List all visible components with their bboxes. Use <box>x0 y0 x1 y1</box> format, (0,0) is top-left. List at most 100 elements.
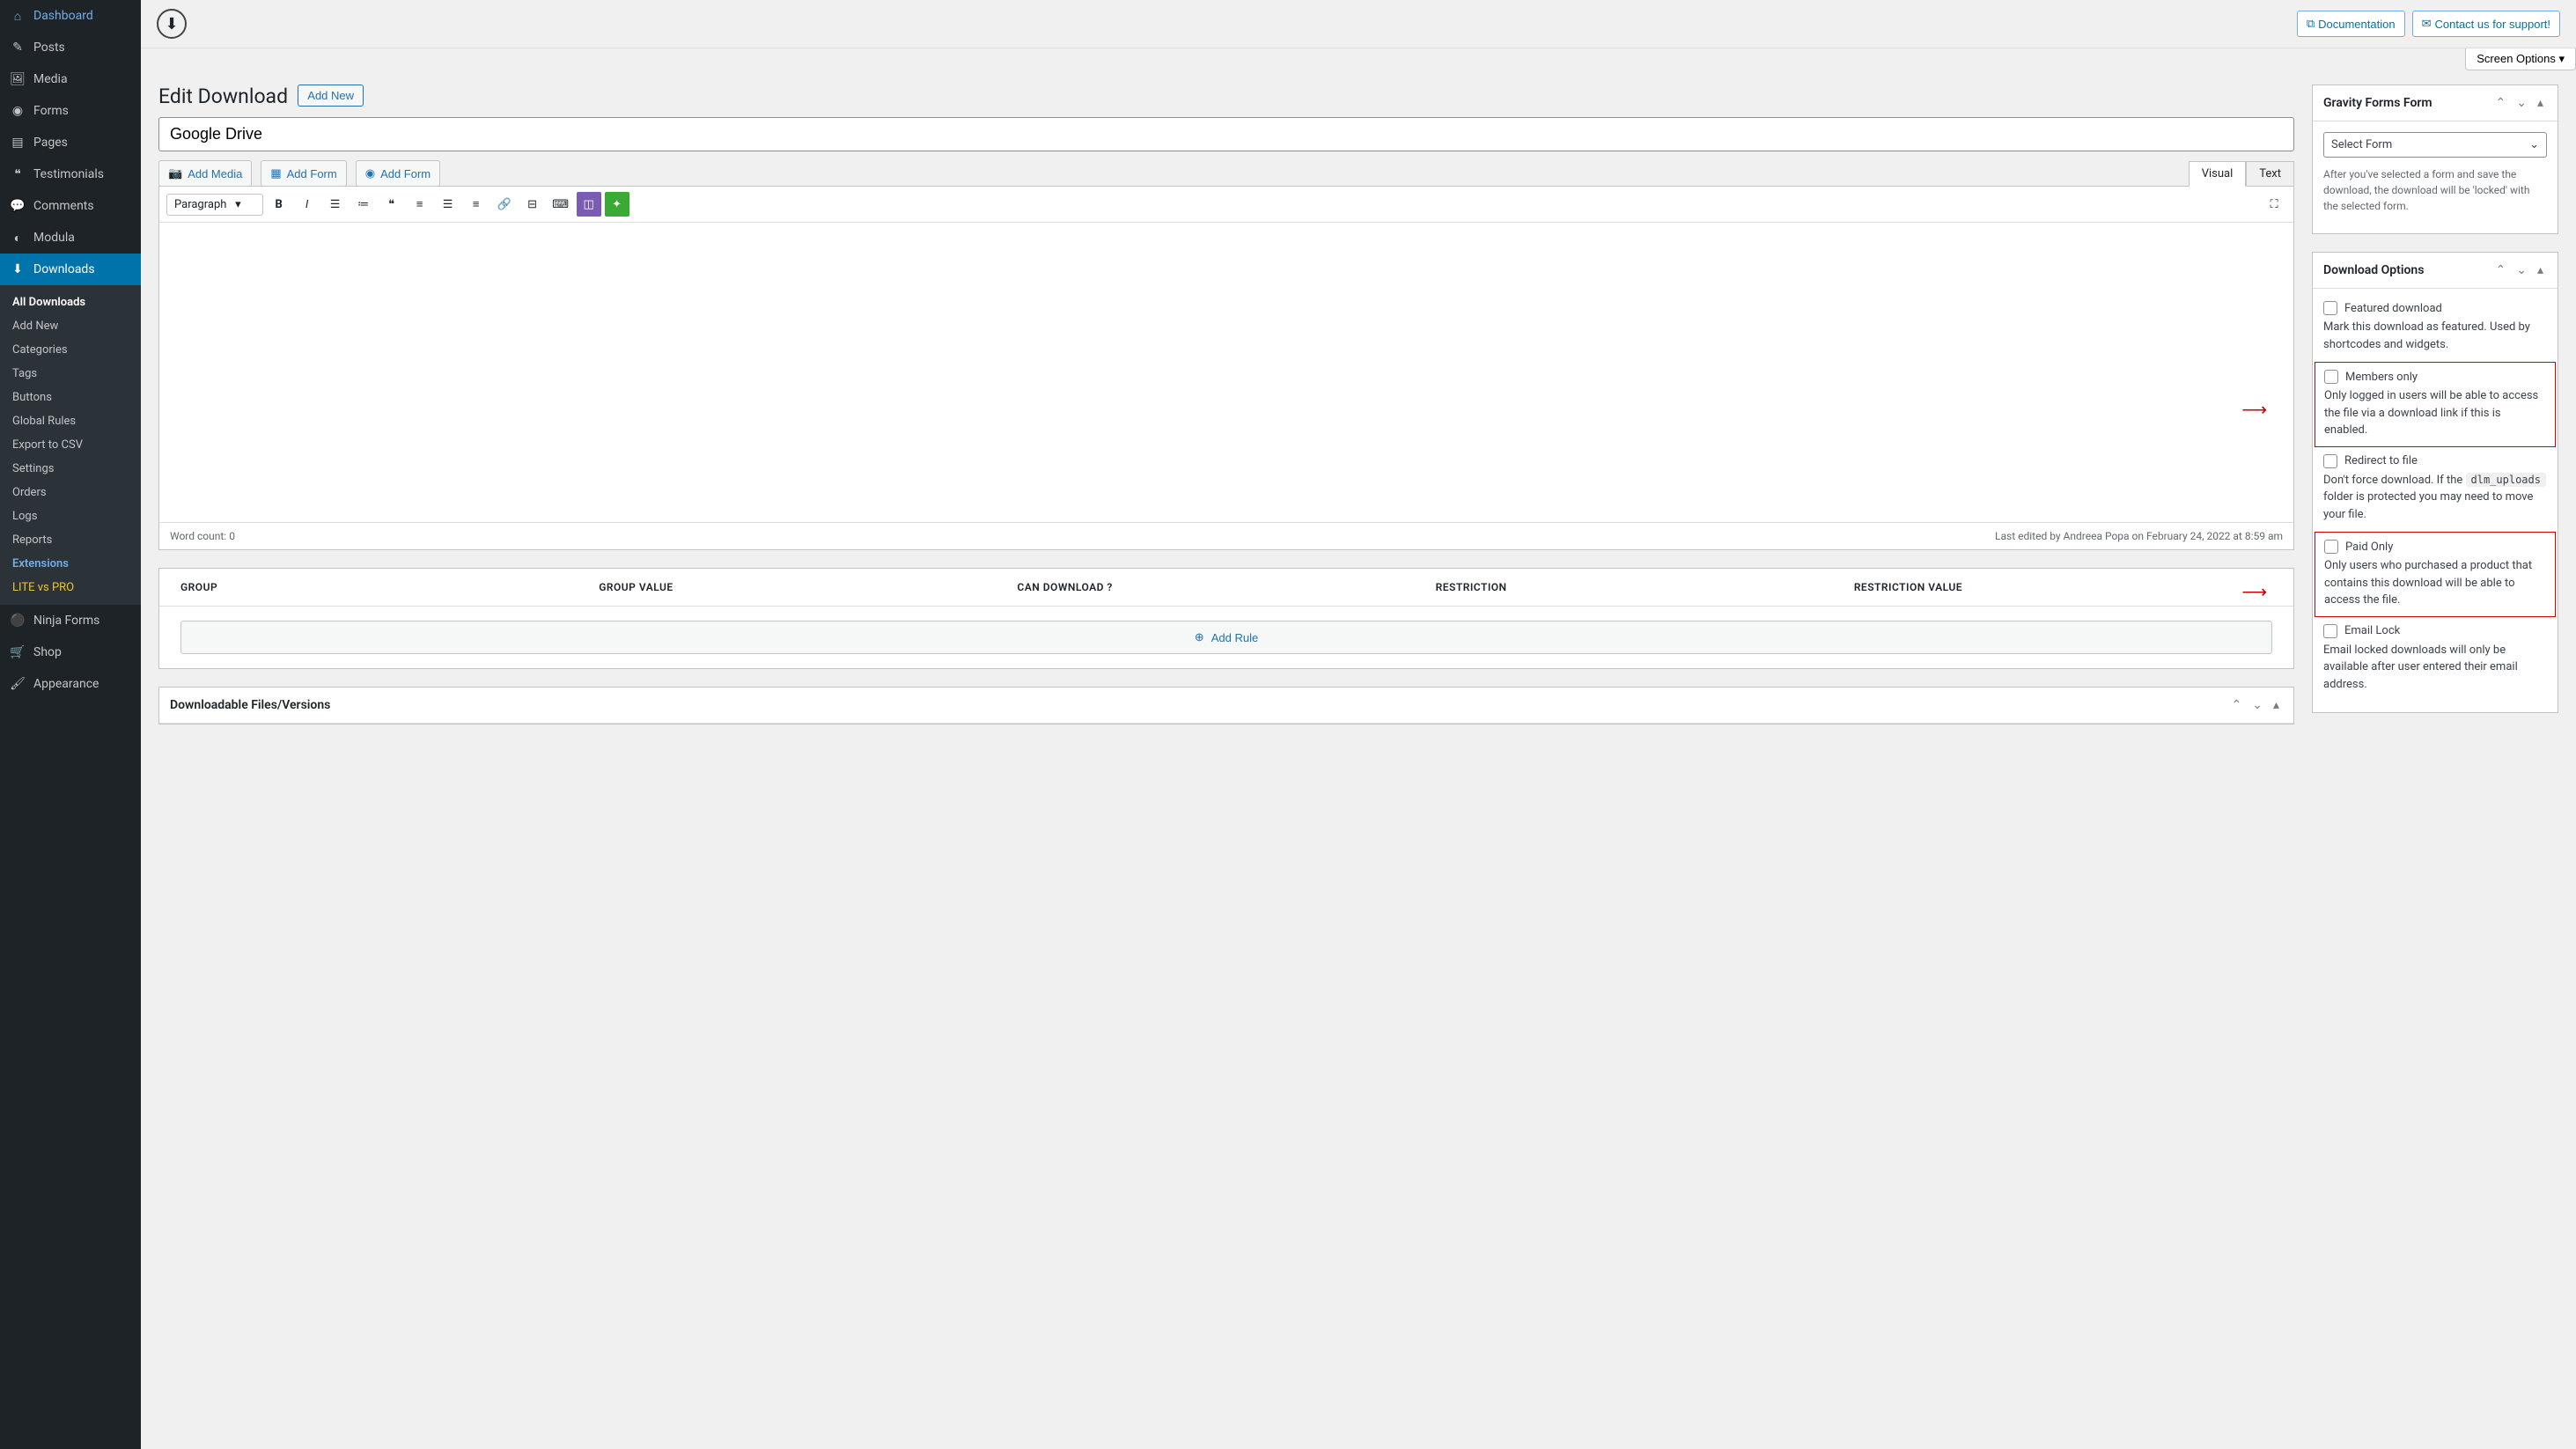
chevron-up-icon[interactable]: ⌃ <box>2228 696 2246 714</box>
members-only-highlight: Members only Only logged in users will b… <box>2315 362 2556 447</box>
download-options-panel: Download Options ⌃⌄▴ Featured download M… <box>2312 252 2558 713</box>
plus-icon: ⊕ <box>1195 630 1204 644</box>
redirect-label: Redirect to file <box>2344 454 2418 467</box>
collapse-icon[interactable]: ▴ <box>2534 261 2547 279</box>
menu-ninja-forms[interactable]: ⚫Ninja Forms <box>0 605 141 636</box>
content-editor: Paragraph ▾ B I ☰ ≔ ❝ ≡ ☰ ≡ 🔗 ⊟ ⌨ ◫ ✦ <box>158 186 2294 550</box>
chevron-down-icon[interactable]: ⌄ <box>2513 94 2530 112</box>
menu-pages[interactable]: ▤Pages <box>0 127 141 158</box>
numbered-list-button[interactable]: ≔ <box>351 192 376 217</box>
menu-testimonials[interactable]: ❝Testimonials <box>0 158 141 190</box>
bold-button[interactable]: B <box>267 192 291 217</box>
chevron-down-icon: ⌄ <box>2529 138 2539 151</box>
screen-options-button[interactable]: Screen Options ▾ <box>2465 48 2576 70</box>
forms-icon: ◉ <box>9 102 26 120</box>
paid-only-checkbox[interactable] <box>2324 540 2338 554</box>
read-more-button[interactable]: ⊟ <box>520 192 545 217</box>
italic-button[interactable]: I <box>295 192 320 217</box>
menu-media[interactable]: 🖼Media <box>0 63 141 95</box>
sub-tags[interactable]: Tags <box>0 362 141 386</box>
sub-categories[interactable]: Categories <box>0 338 141 362</box>
col-group-value: GROUP VALUE <box>599 581 1017 593</box>
menu-appearance[interactable]: 🖌Appearance <box>0 668 141 700</box>
sub-buttons[interactable]: Buttons <box>0 386 141 409</box>
sub-add-new[interactable]: Add New <box>0 314 141 338</box>
gravity-title: Gravity Forms Form <box>2323 96 2432 110</box>
align-left-button[interactable]: ≡ <box>408 192 432 217</box>
paid-only-label: Paid Only <box>2345 541 2393 554</box>
media-icon: 🖼 <box>9 70 26 88</box>
sub-lite-vs-pro[interactable]: LITE vs PRO <box>0 576 141 599</box>
collapse-icon[interactable]: ▴ <box>2270 696 2283 714</box>
contact-support-button[interactable]: ✉Contact us for support! <box>2412 11 2560 37</box>
link-button[interactable]: 🔗 <box>492 192 517 217</box>
sub-settings[interactable]: Settings <box>0 457 141 481</box>
add-new-button[interactable]: Add New <box>298 85 364 107</box>
add-media-button[interactable]: 📷Add Media <box>158 160 252 187</box>
tab-visual[interactable]: Visual <box>2189 161 2247 187</box>
external-link-icon: ⧉ <box>2307 17 2315 31</box>
featured-checkbox[interactable] <box>2323 301 2337 315</box>
sub-all-downloads[interactable]: All Downloads <box>0 291 141 314</box>
tab-text[interactable]: Text <box>2246 161 2294 187</box>
documentation-button[interactable]: ⧉Documentation <box>2297 11 2405 37</box>
paragraph-select[interactable]: Paragraph ▾ <box>166 194 263 216</box>
redirect-checkbox[interactable] <box>2323 454 2337 468</box>
members-only-help: Only logged in users will be able to acc… <box>2324 387 2546 439</box>
sub-orders[interactable]: Orders <box>0 481 141 504</box>
align-right-button[interactable]: ≡ <box>464 192 489 217</box>
annotation-arrow-2: ⟶ <box>2241 581 2267 602</box>
bullet-list-button[interactable]: ☰ <box>323 192 348 217</box>
collapse-icon[interactable]: ▴ <box>2534 94 2547 112</box>
word-count: Word count: 0 <box>170 530 235 542</box>
featured-label: Featured download <box>2344 302 2442 315</box>
add-rule-button[interactable]: ⊕Add Rule <box>180 621 2272 654</box>
dashboard-icon: ⌂ <box>9 7 26 25</box>
fullscreen-button[interactable]: ⛶ <box>2262 192 2286 217</box>
last-edited: Last edited by Andreea Popa on February … <box>1995 530 2283 542</box>
chevron-up-icon[interactable]: ⌃ <box>2492 94 2510 112</box>
menu-forms[interactable]: ◉Forms <box>0 95 141 127</box>
sub-reports[interactable]: Reports <box>0 528 141 552</box>
shortcode-button[interactable]: ✦ <box>605 192 629 217</box>
sub-global-rules[interactable]: Global Rules <box>0 409 141 433</box>
email-lock-checkbox[interactable] <box>2323 624 2337 638</box>
quote-button[interactable]: ❝ <box>379 192 404 217</box>
members-only-checkbox[interactable] <box>2324 370 2338 384</box>
menu-modula[interactable]: ◐Modula <box>0 222 141 254</box>
main-content: ⬇ ⧉Documentation ✉Contact us for support… <box>141 0 2576 1449</box>
col-restriction-value: RESTRICTION VALUE <box>1854 581 2272 593</box>
chevron-down-icon[interactable]: ⌄ <box>2248 696 2266 714</box>
chevron-up-icon[interactable]: ⌃ <box>2492 261 2510 279</box>
chevron-down-icon[interactable]: ⌄ <box>2513 261 2530 279</box>
menu-shop[interactable]: 🛒Shop <box>0 636 141 668</box>
menu-dashboard[interactable]: ⌂Dashboard <box>0 0 141 32</box>
col-can-download: CAN DOWNLOAD ? <box>1017 581 1435 593</box>
testimonials-icon: ❝ <box>9 165 26 183</box>
paid-only-help: Only users who purchased a product that … <box>2324 557 2546 609</box>
sub-logs[interactable]: Logs <box>0 504 141 528</box>
mail-icon: ✉ <box>2422 17 2432 31</box>
topbar: ⬇ ⧉Documentation ✉Contact us for support… <box>141 0 2576 48</box>
gravity-forms-panel: Gravity Forms Form ⌃⌄▴ Select Form⌄ Afte… <box>2312 85 2558 234</box>
gravity-help-text: After you've selected a form and save th… <box>2323 166 2547 214</box>
select-form-dropdown[interactable]: Select Form⌄ <box>2323 132 2547 158</box>
admin-sidebar: ⌂Dashboard ✎Posts 🖼Media ◉Forms ▤Pages ❝… <box>0 0 141 1449</box>
editor-body[interactable]: ⟶ <box>159 223 2293 522</box>
menu-posts[interactable]: ✎Posts <box>0 32 141 63</box>
pin-icon: ✎ <box>9 39 26 56</box>
add-form-button-2[interactable]: ◉Add Form <box>356 160 440 187</box>
files-versions-panel: Downloadable Files/Versions ⌃ ⌄ ▴ <box>158 687 2294 724</box>
toolbar-toggle-button[interactable]: ⌨ <box>548 192 573 217</box>
ninja-form-icon: ◉ <box>365 166 375 180</box>
sub-export-csv[interactable]: Export to CSV <box>0 433 141 457</box>
menu-comments[interactable]: 💬Comments <box>0 190 141 222</box>
modula-button[interactable]: ◫ <box>577 192 601 217</box>
brush-icon: 🖌 <box>9 675 26 693</box>
sub-extensions[interactable]: Extensions <box>0 552 141 576</box>
annotation-arrow-1: ⟶ <box>2241 399 2267 420</box>
add-form-button-1[interactable]: ▦Add Form <box>261 160 346 187</box>
download-title-input[interactable] <box>158 117 2294 151</box>
align-center-button[interactable]: ☰ <box>436 192 460 217</box>
menu-downloads[interactable]: ⬇Downloads <box>0 254 141 285</box>
